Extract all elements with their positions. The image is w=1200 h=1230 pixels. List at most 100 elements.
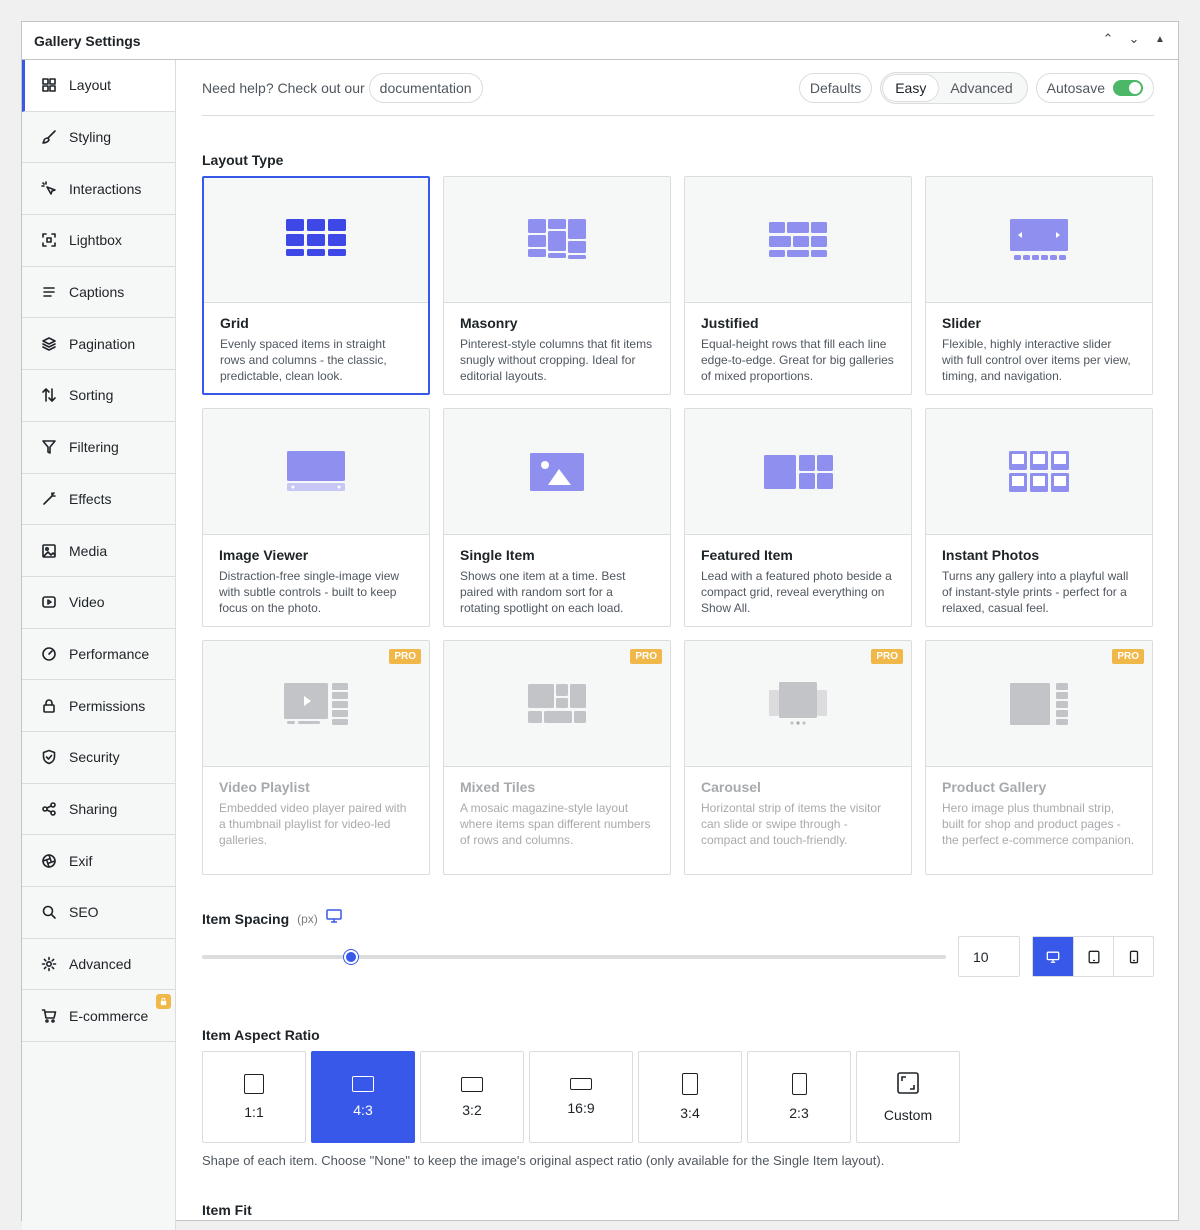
mobile-device-button[interactable] [1113, 937, 1153, 976]
ratio-shape-icon [244, 1074, 264, 1094]
ratio-shape-icon [461, 1076, 483, 1092]
layout-name: Featured Item [701, 547, 793, 563]
sidebar-item-security[interactable]: Security [22, 732, 175, 784]
sidebar-item-label: Filtering [69, 439, 119, 456]
layout-card-slider[interactable]: Slider Flexible, highly interactive slide… [925, 176, 1153, 395]
documentation-link[interactable]: documentation [368, 72, 483, 103]
aspect-ratio-options: 1:1 4:3 3:2 16:9 3:4 2:3 Custom [202, 1051, 1154, 1143]
autosave-switch[interactable] [1113, 79, 1143, 96]
sidebar-item-label: Effects [69, 490, 112, 507]
desktop-device-button[interactable] [1033, 937, 1073, 976]
lock-icon [40, 697, 58, 715]
sidebar-item-label: Advanced [69, 956, 132, 973]
chevron-up-icon[interactable]: ⌃ [1098, 31, 1118, 47]
custom-ratio-icon [897, 1071, 919, 1097]
sidebar-item-performance[interactable]: Performance [22, 629, 175, 681]
sidebar-item-advanced[interactable]: Advanced [22, 939, 175, 991]
aspect-ratio-label: 1:1 [244, 1104, 264, 1120]
easy-mode-tab[interactable]: Easy [883, 74, 939, 101]
layout-name: Video Playlist [219, 779, 310, 795]
collapse-toggle-icon[interactable]: ▲ [1150, 34, 1170, 45]
aspect-ratio-16-9[interactable]: 16:9 [529, 1051, 633, 1143]
aspect-ratio-3-2[interactable]: 3:2 [420, 1051, 524, 1143]
search-icon [40, 903, 58, 921]
sidebar-item-label: Pagination [69, 335, 136, 352]
autosave-toggle[interactable]: Autosave [1035, 72, 1154, 103]
sidebar-item-label: E-commerce [69, 1007, 149, 1024]
sidebar-item-permissions[interactable]: Permissions [22, 680, 175, 732]
layout-card-carousel[interactable]: PRO Carousel Horizontal strip of items the… [684, 640, 912, 875]
video-icon [40, 593, 58, 611]
sidebar-item-exif[interactable]: Exif [22, 835, 175, 887]
item-spacing-input[interactable] [958, 936, 1020, 977]
aspect-ratio-label: 2:3 [789, 1105, 809, 1121]
sidebar-item-label: Performance [69, 645, 150, 662]
sidebar-item-label: Styling [69, 129, 112, 146]
sidebar-item-label: Security [69, 749, 120, 766]
layout-thumbnail [685, 409, 911, 535]
advanced-mode-tab[interactable]: Advanced [938, 75, 1024, 101]
layout-card-mixed-tiles[interactable]: PRO Mixed Tiles A mosaic magazine-style la… [443, 640, 671, 875]
layout-thumbnail [444, 177, 670, 303]
sidebar-item-video[interactable]: Video [22, 577, 175, 629]
layout-card-image-viewer[interactable]: Image Viewer Distraction-free single-imag… [202, 408, 430, 627]
slider-handle[interactable] [343, 949, 358, 964]
sidebar-item-pagination[interactable]: Pagination [22, 318, 175, 371]
autosave-label: Autosave [1046, 79, 1105, 96]
layout-description: A mosaic magazine-style layout where ite… [460, 801, 651, 847]
layout-card-featured-item[interactable]: Featured Item Lead with a featured photo … [684, 408, 912, 627]
sidebar-item-media[interactable]: Media [22, 525, 175, 577]
sidebar-item-label: Sharing [69, 800, 118, 817]
chevron-down-icon[interactable]: ⌄ [1124, 31, 1144, 47]
pro-badge: PRO [630, 649, 662, 664]
layout-thumbnail [203, 409, 429, 535]
layout-card-justified[interactable]: Justified Equal-height rows that fill eac… [684, 176, 912, 395]
layout-thumbnail [926, 177, 1152, 303]
ratio-shape-icon [791, 1073, 807, 1095]
aspect-ratio-1-1[interactable]: 1:1 [202, 1051, 306, 1143]
shield-icon [40, 748, 58, 766]
sidebar-item-interactions[interactable]: Interactions [22, 163, 175, 216]
item-fit-label: Item Fit [202, 1202, 252, 1218]
sidebar-item-captions[interactable]: Captions [22, 267, 175, 319]
lock-icon [156, 994, 171, 1010]
layout-card-grid[interactable]: Grid Evenly spaced items in straight rows… [202, 176, 430, 395]
aspect-ratio-custom[interactable]: Custom [856, 1051, 960, 1143]
main-content: Need help? Check out our documentation D… [202, 60, 1154, 1218]
sidebar-item-e-commerce[interactable]: E-commerce [22, 990, 175, 1043]
item-spacing-slider[interactable] [202, 949, 946, 964]
sidebar-item-layout[interactable]: Layout [22, 60, 175, 112]
tablet-device-button[interactable] [1073, 937, 1113, 976]
layout-name: Grid [220, 315, 249, 331]
aspect-ratio-4-3[interactable]: 4:3 [311, 1051, 415, 1143]
layout-name: Carousel [701, 779, 761, 795]
sidebar-item-lightbox[interactable]: Lightbox [22, 215, 175, 267]
sidebar-item-seo[interactable]: SEO [22, 887, 175, 939]
pointer-icon [40, 180, 58, 198]
share-icon [40, 800, 58, 818]
sidebar-item-label: Sorting [69, 387, 114, 404]
sidebar-item-sharing[interactable]: Sharing [22, 784, 175, 836]
layout-type-grid: Grid Evenly spaced items in straight rows… [202, 176, 1154, 875]
layout-description: Evenly spaced items in straight rows and… [220, 337, 387, 383]
item-spacing-unit: (px) [297, 911, 318, 926]
layout-card-masonry[interactable]: Masonry Pinterest-style columns that fit … [443, 176, 671, 395]
layout-description: Pinterest-style columns that fit items s… [460, 337, 653, 383]
layout-card-single-item[interactable]: Single Item Shows one item at a time. Bes… [443, 408, 671, 627]
layout-card-instant-photos[interactable]: Instant Photos Turns any gallery into a p… [925, 408, 1153, 627]
sidebar-item-filtering[interactable]: Filtering [22, 422, 175, 474]
aspect-ratio-label: 16:9 [567, 1100, 595, 1116]
sidebar-item-label: Lightbox [69, 232, 122, 249]
defaults-button[interactable]: Defaults [798, 72, 873, 103]
sidebar-item-sorting[interactable]: Sorting [22, 370, 175, 422]
sidebar-item-styling[interactable]: Styling [22, 112, 175, 164]
layout-card-video-playlist[interactable]: PRO Video Playlist Embedded video player p… [202, 640, 430, 875]
aspect-ratio-label: 3:4 [680, 1105, 700, 1121]
layout-card-product-gallery[interactable]: PRO Product Gallery Hero image plus thumbn… [925, 640, 1153, 875]
aspect-ratio-3-4[interactable]: 3:4 [638, 1051, 742, 1143]
sidebar-item-label: Permissions [69, 697, 146, 714]
sidebar-item-effects[interactable]: Effects [22, 474, 175, 526]
layout-thumbnail [685, 177, 911, 303]
help-text: Need help? Check out our [202, 79, 365, 96]
aspect-ratio-2-3[interactable]: 2:3 [747, 1051, 851, 1143]
